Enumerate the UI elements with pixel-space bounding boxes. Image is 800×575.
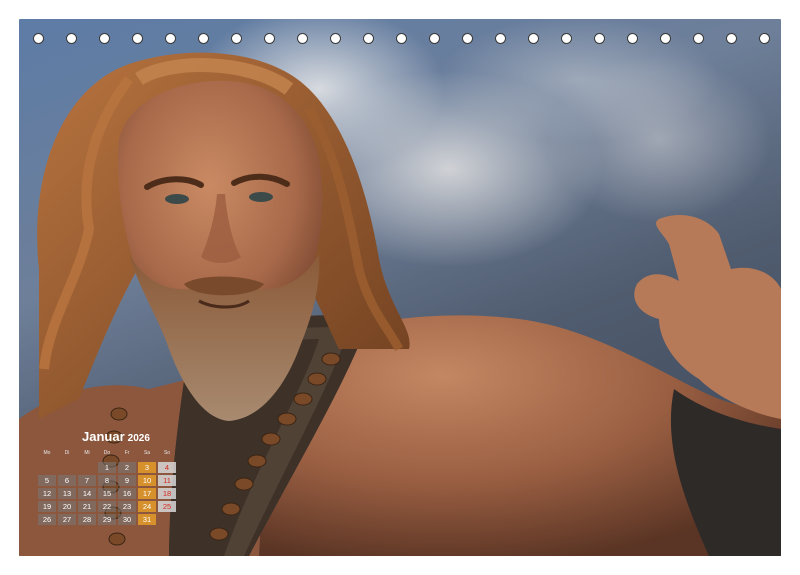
day-cell: 10 <box>138 475 156 486</box>
day-cell: 5 <box>38 475 56 486</box>
binding-hole <box>660 33 671 44</box>
day-cell: 17 <box>138 488 156 499</box>
binding-hole <box>396 33 407 44</box>
day-cell: 7 <box>78 475 96 486</box>
binding-hole <box>231 33 242 44</box>
day-cell: 15 <box>98 488 116 499</box>
binding-hole <box>759 33 770 44</box>
day-cell: 22 <box>98 501 116 512</box>
month-year: 2026 <box>127 433 150 444</box>
binding-hole <box>363 33 374 44</box>
binding-hole <box>594 33 605 44</box>
binding-hole <box>429 33 440 44</box>
binding-hole <box>693 33 704 44</box>
day-cell: 3 <box>138 462 156 473</box>
day-cell: 13 <box>58 488 76 499</box>
weekday-label: Mi <box>84 450 90 456</box>
day-cell: 19 <box>38 501 56 512</box>
day-cell: 2 <box>118 462 136 473</box>
binding-hole <box>561 33 572 44</box>
binding-hole <box>132 33 143 44</box>
day-cell: 30 <box>118 514 136 525</box>
binding-hole <box>627 33 638 44</box>
weekday-label: Fr <box>124 450 130 456</box>
binding-hole <box>462 33 473 44</box>
day-cell: 6 <box>58 475 76 486</box>
weekday-label: Do <box>103 450 111 456</box>
day-cell: 11 <box>158 475 176 486</box>
binding-hole <box>330 33 341 44</box>
binding-hole <box>264 33 275 44</box>
day-cell: 24 <box>138 501 156 512</box>
day-cell: 8 <box>98 475 116 486</box>
binding-hole <box>99 33 110 44</box>
day-cell: 27 <box>58 514 76 525</box>
calendar-page: Januar 2026 Mo Di Mi Do Fr Sa So 1 2 3 4 5 6 7 8 9 10 11 1… <box>19 19 781 556</box>
day-cell: 23 <box>118 501 136 512</box>
binding-holes <box>19 33 781 49</box>
day-cell: 26 <box>38 514 56 525</box>
day-cell: 29 <box>98 514 116 525</box>
day-cell: 16 <box>118 488 136 499</box>
day-cell: 18 <box>158 488 176 499</box>
day-cell: 1 <box>98 462 116 473</box>
binding-hole <box>33 33 44 44</box>
binding-hole <box>726 33 737 44</box>
weekday-label: Sa <box>143 450 151 456</box>
binding-hole <box>198 33 209 44</box>
month-title: Januar 2026 <box>82 429 150 444</box>
binding-hole <box>528 33 539 44</box>
day-cell: 25 <box>158 501 176 512</box>
binding-hole <box>297 33 308 44</box>
weekday-label: So <box>163 450 171 456</box>
binding-hole <box>165 33 176 44</box>
weekday-label: Mo <box>43 450 51 456</box>
day-cell: 20 <box>58 501 76 512</box>
day-cell: 4 <box>158 462 176 473</box>
day-cell: 14 <box>78 488 96 499</box>
binding-hole <box>66 33 77 44</box>
day-cell: 12 <box>38 488 56 499</box>
day-cell: 21 <box>78 501 96 512</box>
month-name: Januar <box>82 429 125 444</box>
day-cell: 31 <box>138 514 156 525</box>
day-cell: 28 <box>78 514 96 525</box>
binding-hole <box>495 33 506 44</box>
day-cell: 9 <box>118 475 136 486</box>
weekday-label: Di <box>64 450 70 456</box>
